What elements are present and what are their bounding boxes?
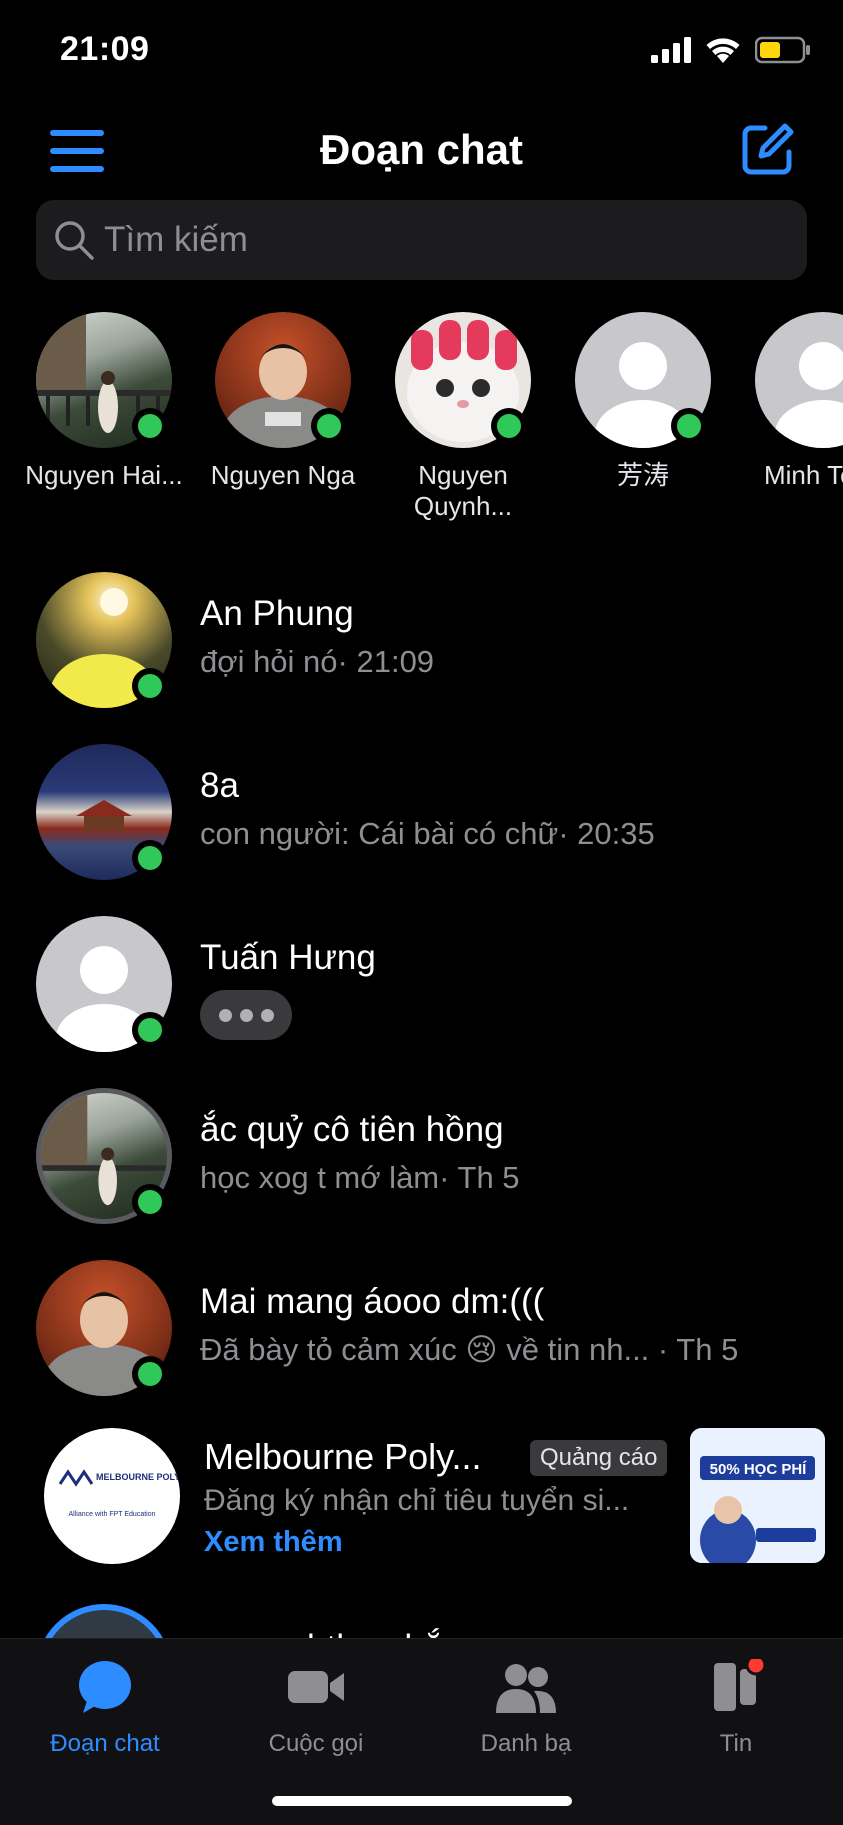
tab-label: Tin xyxy=(719,1730,753,1757)
online-indicator xyxy=(491,408,527,444)
tab-label: Đoạn chat xyxy=(50,1730,160,1757)
tab-chats[interactable]: Đoạn chat xyxy=(5,1659,205,1758)
online-indicator xyxy=(132,1012,168,1048)
story-name: 芳涛 xyxy=(616,460,669,490)
search-icon xyxy=(55,221,94,260)
battery-icon xyxy=(755,36,810,64)
avatar xyxy=(36,744,172,880)
avatar xyxy=(36,312,172,448)
chat-preview: con người: Cái bài có chữ· 20:35 xyxy=(200,816,655,851)
online-indicator xyxy=(132,840,168,876)
tab-label: Danh bạ xyxy=(480,1730,572,1757)
tab-label: Cuộc gọi xyxy=(268,1730,364,1757)
online-indicator xyxy=(132,1184,168,1220)
online-indicator xyxy=(671,408,707,444)
avatar xyxy=(215,312,351,448)
typing-indicator xyxy=(200,990,292,1040)
chat-preview: học xog t mớ làm· Th 5 xyxy=(200,1160,520,1195)
chat-name: 8a xyxy=(200,766,239,805)
tab-contacts[interactable]: Danh bạ xyxy=(426,1659,626,1758)
story-item[interactable]: Minh Teco xyxy=(738,312,843,491)
story-item[interactable]: Nguyen Hai... xyxy=(19,312,189,491)
ad-name: Melbourne Poly... xyxy=(204,1436,482,1477)
avatar xyxy=(395,312,531,448)
tab-stories[interactable]: Tin xyxy=(636,1654,836,1758)
story-item[interactable]: 芳涛 xyxy=(558,312,728,491)
chat-bubble-icon xyxy=(79,1661,131,1713)
story-item[interactable]: Nguyen Nga xyxy=(198,312,368,491)
ad-description: Đăng ký nhận chỉ tiêu tuyển si... xyxy=(204,1484,630,1517)
story-name: Minh Teco xyxy=(763,460,843,490)
header: Đoạn chat xyxy=(0,110,843,190)
cellular-signal-icon xyxy=(651,37,691,63)
people-icon xyxy=(496,1664,556,1713)
advertiser-logo: MELBOURNE POLYTECHNIC Alliance with FPT … xyxy=(44,1428,180,1564)
tab-calls[interactable]: Cuộc gọi xyxy=(216,1659,416,1758)
chat-row[interactable]: Tuấn Hưng xyxy=(0,916,843,1066)
logo-subtext: Alliance with FPT Education xyxy=(68,1511,155,1518)
chat-name: ắc quỷ cô tiên hồng xyxy=(200,1110,504,1149)
online-indicator xyxy=(132,1356,168,1392)
typing-dot xyxy=(260,1008,274,1022)
see-more-link[interactable]: Xem thêm xyxy=(204,1526,343,1559)
chat-name: An Phung xyxy=(200,594,354,633)
active-friends-row: Nguyen Hai... Nguyen Nga Nguyen Quynh...… xyxy=(0,312,843,532)
avatar xyxy=(575,312,711,448)
stories-icon xyxy=(714,1654,767,1711)
chat-row[interactable]: Mai mang áooo dm:((( Đã bày tỏ cảm xúc 😢… xyxy=(0,1260,843,1410)
typing-dot xyxy=(218,1008,232,1022)
chat-name: Mai mang áooo dm:((( xyxy=(200,1282,545,1321)
status-bar: 21:09 xyxy=(0,0,843,100)
ad-thumb-text: 50% HỌC PHÍ xyxy=(710,1461,808,1478)
online-indicator xyxy=(132,668,168,704)
online-indicator xyxy=(311,408,347,444)
logo-text: MELBOURNE POLYTECHNIC xyxy=(96,1472,180,1482)
page-title: Đoạn chat xyxy=(319,126,524,173)
avatar xyxy=(36,1260,172,1396)
wifi-icon xyxy=(706,38,740,63)
video-camera-icon xyxy=(288,1671,344,1703)
status-time: 21:09 xyxy=(60,30,150,68)
chat-preview: Đã bày tỏ cảm xúc 😢 về tin nh... · Th 5 xyxy=(200,1332,739,1367)
chat-preview: đợi hỏi nó· 21:09 xyxy=(200,644,435,679)
sponsored-chat[interactable]: MELBOURNE POLYTECHNIC Alliance with FPT … xyxy=(0,1428,843,1578)
search-input[interactable] xyxy=(104,220,704,260)
default-avatar-icon xyxy=(775,342,843,448)
typing-dot xyxy=(239,1008,253,1022)
avatar xyxy=(36,1088,172,1224)
search-bar[interactable] xyxy=(36,200,807,280)
chat-row[interactable]: 8a con người: Cái bài có chữ· 20:35 xyxy=(0,744,843,894)
story-name: Nguyen Quynh... xyxy=(413,460,513,521)
chat-row[interactable]: An Phung đợi hỏi nó· 21:09 xyxy=(0,572,843,722)
avatar xyxy=(755,312,843,448)
avatar xyxy=(36,916,172,1052)
story-name: Nguyen Hai... xyxy=(25,460,183,490)
chat-name: Tuấn Hưng xyxy=(200,938,376,977)
sponsored-badge: Quảng cáo xyxy=(530,1440,668,1476)
home-indicator xyxy=(272,1796,572,1806)
chat-row[interactable]: ắc quỷ cô tiên hồng học xog t mớ làm· Th… xyxy=(0,1088,843,1238)
status-icons xyxy=(651,36,811,64)
avatar xyxy=(36,572,172,708)
compose-icon[interactable] xyxy=(739,122,795,178)
story-item[interactable]: Nguyen Quynh... xyxy=(378,312,548,522)
ad-thumbnail[interactable]: 50% HỌC PHÍ xyxy=(690,1428,825,1563)
online-indicator xyxy=(132,408,168,444)
story-name: Nguyen Nga xyxy=(210,460,356,490)
